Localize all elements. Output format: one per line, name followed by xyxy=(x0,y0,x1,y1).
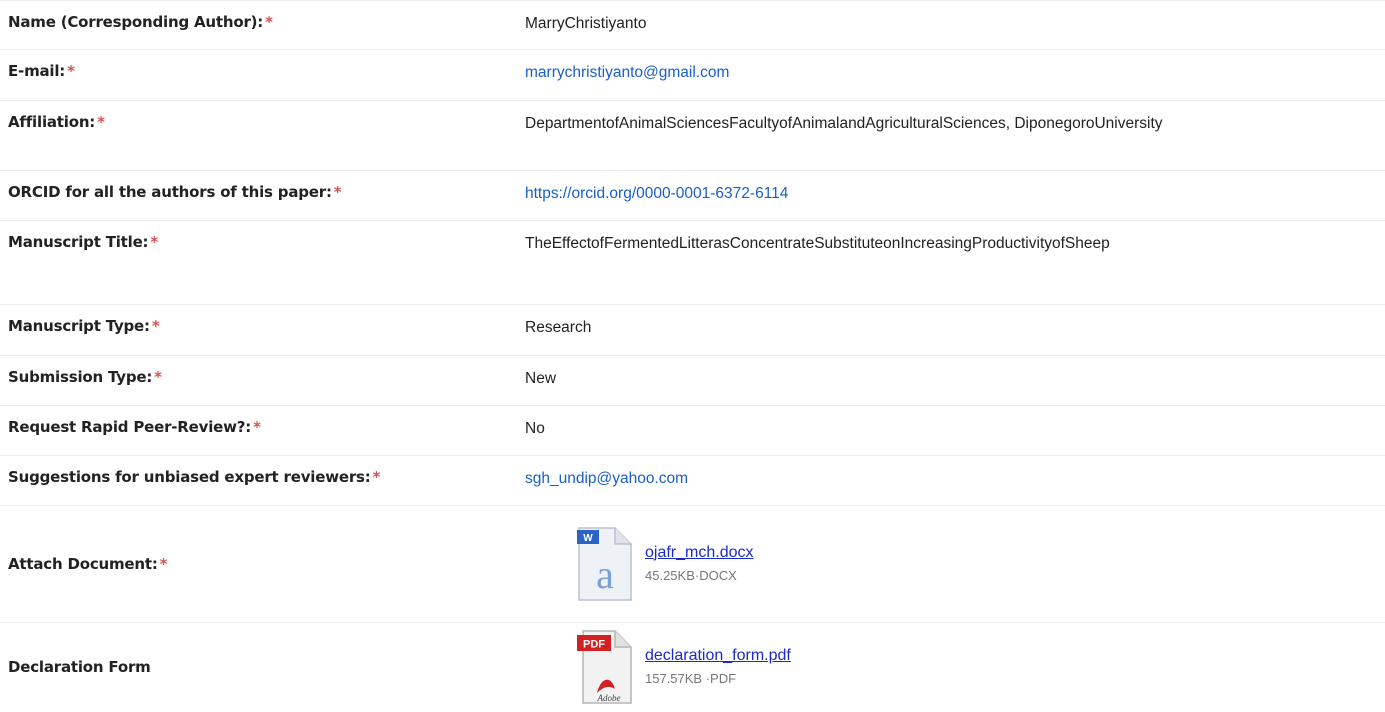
field-label-affiliation: Affiliation: xyxy=(8,113,96,131)
field-row-email: E-mail: * marrychristiyanto@gmail.com xyxy=(0,50,1385,101)
field-label-rapid-review: Request Rapid Peer-Review?: xyxy=(8,418,252,436)
field-row-manuscript-type: Manuscript Type: * Research xyxy=(0,305,1385,356)
field-label-manuscript-type: Manuscript Type: xyxy=(8,317,150,335)
field-label-submission-type: Submission Type: xyxy=(8,368,153,386)
pdf-badge-text: PDF xyxy=(583,639,605,651)
required-marker: * xyxy=(159,555,168,573)
word-badge-text: W xyxy=(583,533,593,544)
field-label-name: Name (Corresponding Author): xyxy=(8,13,264,31)
field-label-manuscript-title: Manuscript Title: xyxy=(8,233,149,251)
field-value-name: MarryChristiyanto xyxy=(525,15,647,32)
field-value-affiliation: DepartmentofAnimalSciencesFacultyofAnima… xyxy=(525,115,1163,132)
field-label-declaration-form: Declaration Form xyxy=(8,658,151,676)
required-marker: * xyxy=(151,317,160,335)
field-label-reviewers: Suggestions for unbiased expert reviewer… xyxy=(8,468,371,486)
field-row-submission-type: Submission Type: * New xyxy=(0,356,1385,406)
word-doc-icon: W a xyxy=(575,526,635,602)
email-link[interactable]: marrychristiyanto@gmail.com xyxy=(525,64,729,81)
field-row-affiliation: Affiliation: * DepartmentofAnimalSciences… xyxy=(0,101,1385,171)
field-value-manuscript-title: TheEffectofFermentedLitterasConcentrateS… xyxy=(525,235,1110,252)
orcid-link[interactable]: https://orcid.org/0000-0001-6372-6114 xyxy=(525,185,788,202)
required-marker: * xyxy=(150,233,159,251)
required-marker: * xyxy=(253,418,261,436)
field-row-declaration-form: Declaration Form PDF Adobe declaration_f… xyxy=(0,623,1385,711)
required-marker: * xyxy=(265,13,273,31)
field-value-submission-type: New xyxy=(525,370,557,387)
field-row-orcid: ORCID for all the authors of this paper:… xyxy=(0,171,1385,221)
attachment-docx: W a ojafr_mch.docx 45.25KB·DOCX xyxy=(575,526,1325,602)
field-row-attach-document: Attach Document: * W a ojafr_mch.docx 45.… xyxy=(0,506,1385,623)
field-row-rapid-review: Request Rapid Peer-Review?: * No xyxy=(0,406,1385,456)
field-row-reviewers: Suggestions for unbiased expert reviewer… xyxy=(0,456,1385,506)
attachment-pdf-meta: 157.57KB ·PDF xyxy=(645,670,737,686)
attachment-pdf-link[interactable]: declaration_form.pdf xyxy=(645,647,791,664)
field-row-name: Name (Corresponding Author): * MarryChris… xyxy=(0,0,1385,50)
field-value-rapid-review: No xyxy=(525,420,545,437)
required-marker: * xyxy=(154,368,162,386)
field-label-email: E-mail: xyxy=(8,62,66,80)
required-marker: * xyxy=(333,183,342,201)
field-value-manuscript-type: Research xyxy=(525,319,592,336)
reviewer-email-link[interactable]: sgh_undip@yahoo.com xyxy=(525,470,688,487)
required-marker: * xyxy=(372,468,381,486)
submission-details: Name (Corresponding Author): * MarryChris… xyxy=(0,0,1385,711)
attachment-docx-meta: 45.25KB·DOCX xyxy=(645,567,737,583)
field-label-orcid: ORCID for all the authors of this paper: xyxy=(8,183,332,201)
required-marker: * xyxy=(67,62,75,80)
word-letter-text: a xyxy=(596,552,614,597)
attachment-docx-link[interactable]: ojafr_mch.docx xyxy=(645,544,754,561)
field-label-attach-document: Attach Document: xyxy=(8,555,158,573)
required-marker: * xyxy=(97,113,105,131)
field-row-manuscript-title: Manuscript Title: * TheEffectofFermentedL… xyxy=(0,221,1385,305)
pdf-brand-text: Adobe xyxy=(597,693,621,703)
